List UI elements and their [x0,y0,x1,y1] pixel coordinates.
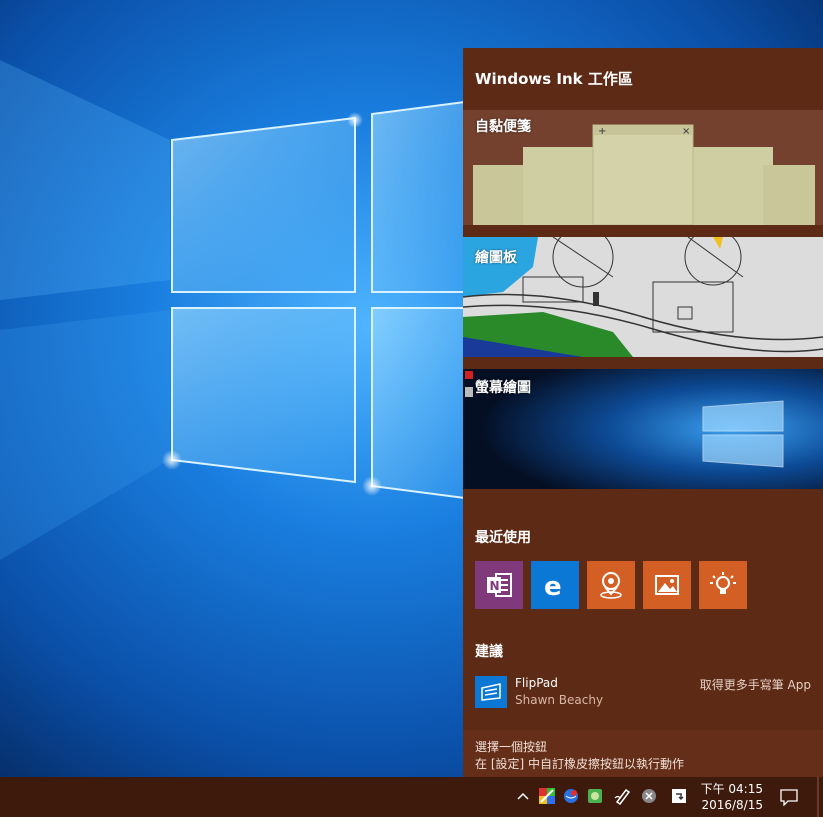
close-circle-tray-icon[interactable] [640,787,658,805]
maps-icon [600,572,622,599]
footer-line-2: 在 [設定] 中自訂橡皮擦按鈕以執行動作 [475,757,684,771]
screen-sketch-label: 螢幕繪圖 [475,380,531,396]
flippad-suggestion[interactable]: FlipPad Shawn Beachy 取得更多手寫筆 App [475,674,811,710]
svg-text:×: × [682,126,690,137]
panel-footer: 選擇一個按鈕 在 [設定] 中自訂橡皮擦按鈕以執行動作 [463,730,823,777]
panel-title: Windows Ink 工作區 [475,70,633,88]
green-app-icon [588,789,602,803]
svg-text:e: e [544,572,562,599]
sticky-notes-tile[interactable]: + × 自黏便箋 [463,110,823,225]
get-more-pen-apps-link[interactable]: 取得更多手寫筆 App [700,676,811,693]
sync-box-icon [672,789,686,803]
green-app-tray-icon[interactable] [586,787,604,805]
close-circle-icon [642,789,656,803]
photos-icon [655,575,679,595]
action-center-button[interactable] [780,788,798,806]
pen-icon [614,788,631,805]
footer-line-1: 選擇一個按鈕 [475,740,548,754]
screen-sketch-tile[interactable]: 螢幕繪圖 [463,369,823,489]
sketchpad-preview [463,237,823,357]
edge-icon: e [544,572,562,599]
flippad-icon [481,683,501,701]
sticky-notes-label: 自黏便箋 [475,119,531,135]
sync-tray-icon[interactable] [670,787,688,805]
tips-icon [710,572,736,594]
svg-text:+: + [598,126,606,137]
flippad-app-icon [475,676,507,708]
globe-tray-icon[interactable] [562,787,580,805]
suggest-section-title: 建議 [475,644,503,660]
taskbar: 下午 04:15 2016/8/15 [0,777,823,817]
onenote-icon: N [487,573,512,597]
clock-time[interactable]: 下午 04:15 [701,780,763,797]
multicolor-app-tray-icon[interactable] [538,787,556,805]
onenote-app-tile[interactable]: N [475,561,523,609]
tips-app-tile[interactable] [699,561,747,609]
svg-text:N: N [490,579,500,593]
suggestion-publisher: Shawn Beachy [515,693,604,707]
maps-app-tile[interactable] [587,561,635,609]
sketchpad-tile[interactable]: 繪圖板 [463,237,823,357]
clock-date[interactable]: 2016/8/15 [701,798,763,812]
windows-ink-workspace-panel: Windows Ink 工作區 + × 自黏便箋 繪圖板 螢幕繪圖 最近使用 N… [463,48,823,777]
globe-icon [564,789,578,803]
edge-app-tile[interactable]: e [531,561,579,609]
chevron-up-icon [517,792,529,800]
recent-section-title: 最近使用 [475,530,531,546]
sketchpad-label: 繪圖板 [475,250,517,266]
suggestion-app-name: FlipPad [515,676,558,690]
notification-icon [780,789,798,806]
windows-ink-pen-tray-icon[interactable] [614,787,632,805]
show-desktop-button[interactable] [817,777,819,817]
photos-app-tile[interactable] [643,561,691,609]
colorful-grid-icon [539,788,555,804]
show-hidden-icons-chevron-up-icon[interactable] [514,787,532,805]
